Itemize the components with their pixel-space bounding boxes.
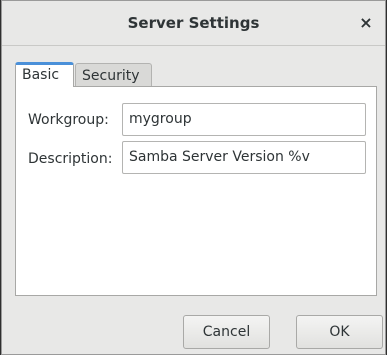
titlebar: Server Settings × — [2, 1, 385, 46]
dialog-title: Server Settings — [127, 14, 260, 32]
tab-security[interactable]: Security — [75, 63, 152, 88]
workgroup-label: Workgroup: — [28, 112, 109, 128]
ok-button[interactable]: OK — [296, 315, 383, 349]
server-settings-dialog: Server Settings × Basic Security Workgro… — [1, 0, 386, 355]
tab-basic[interactable]: Basic — [15, 62, 74, 87]
close-icon[interactable]: × — [356, 12, 376, 34]
tab-panel-basic: Workgroup: mygroup Description: Samba Se… — [15, 86, 377, 296]
description-label: Description: — [28, 151, 113, 167]
workgroup-field[interactable]: mygroup — [122, 103, 366, 136]
cancel-button[interactable]: Cancel — [183, 315, 270, 349]
description-field[interactable]: Samba Server Version %v — [122, 141, 366, 174]
